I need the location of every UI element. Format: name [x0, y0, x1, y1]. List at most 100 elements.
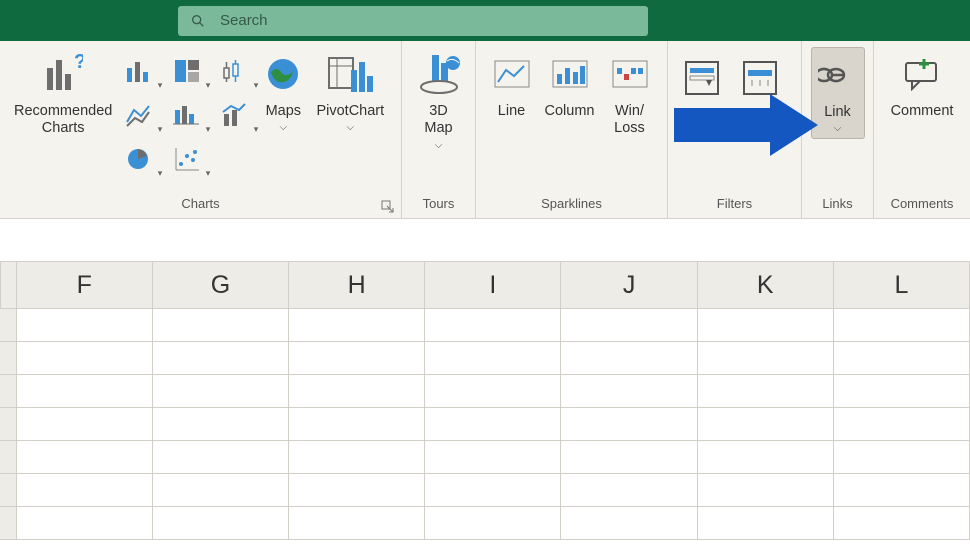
- cell[interactable]: [17, 342, 153, 375]
- row-header-partial[interactable]: [0, 342, 17, 375]
- row-header-partial[interactable]: [0, 309, 17, 342]
- maps-button[interactable]: Maps ⌵: [256, 47, 310, 137]
- link-button[interactable]: Link ⌵: [811, 47, 865, 139]
- comment-button[interactable]: Comment: [882, 47, 962, 124]
- cell[interactable]: [153, 507, 289, 540]
- chevron-down-icon: ⌵: [834, 123, 842, 134]
- search-placeholder: Search: [220, 12, 268, 29]
- cell[interactable]: [425, 309, 561, 342]
- cell[interactable]: [17, 375, 153, 408]
- cell[interactable]: [153, 309, 289, 342]
- cell[interactable]: [17, 474, 153, 507]
- column-header[interactable]: K: [698, 261, 834, 309]
- cell[interactable]: [289, 507, 425, 540]
- column-header[interactable]: J: [561, 261, 697, 309]
- cell[interactable]: [289, 309, 425, 342]
- cell[interactable]: [834, 309, 970, 342]
- row-header-partial[interactable]: [0, 441, 17, 474]
- group-label-charts: Charts: [181, 196, 219, 211]
- pie-chart-button[interactable]: ▾: [118, 139, 160, 179]
- row-header-partial[interactable]: [0, 474, 17, 507]
- cell[interactable]: [425, 507, 561, 540]
- cell[interactable]: [698, 375, 834, 408]
- cell[interactable]: [834, 474, 970, 507]
- cell[interactable]: [17, 408, 153, 441]
- scatter-chart-button[interactable]: ▾: [166, 139, 208, 179]
- cell[interactable]: [289, 441, 425, 474]
- cell[interactable]: [425, 474, 561, 507]
- combo-chart-button[interactable]: ▾: [214, 95, 256, 135]
- formula-bar-area: [0, 219, 970, 261]
- cell[interactable]: [561, 474, 697, 507]
- cell[interactable]: [561, 309, 697, 342]
- worksheet-grid[interactable]: [0, 309, 970, 540]
- column-header-partial[interactable]: [0, 261, 17, 309]
- search-box[interactable]: Search: [178, 6, 648, 36]
- hierarchy-chart-button[interactable]: ▾: [166, 51, 208, 91]
- charts-dialog-launcher[interactable]: [379, 198, 397, 216]
- cell[interactable]: [561, 375, 697, 408]
- cell[interactable]: [698, 441, 834, 474]
- 3d-map-button[interactable]: 3D Map ⌵: [410, 47, 468, 155]
- pivotchart-button[interactable]: PivotChart ⌵: [310, 47, 390, 137]
- cell[interactable]: [834, 342, 970, 375]
- cell[interactable]: [289, 375, 425, 408]
- cell[interactable]: [153, 408, 289, 441]
- cell[interactable]: [425, 342, 561, 375]
- chart-empty-slot: [214, 139, 256, 179]
- cell[interactable]: [425, 375, 561, 408]
- column-header[interactable]: F: [17, 261, 153, 309]
- cell[interactable]: [289, 408, 425, 441]
- cell[interactable]: [698, 342, 834, 375]
- column-header[interactable]: L: [834, 261, 970, 309]
- cell[interactable]: [17, 507, 153, 540]
- row-header-partial[interactable]: [0, 408, 17, 441]
- cell[interactable]: [561, 408, 697, 441]
- group-label-sparklines: Sparklines: [541, 196, 602, 211]
- column-header[interactable]: I: [425, 261, 561, 309]
- area-chart-button[interactable]: ▾: [166, 95, 208, 135]
- group-charts: ? Recommended Charts ▾ ▾ ▾ ▾ ▾ ▾ ▾ ▾: [0, 41, 402, 218]
- cell[interactable]: [698, 309, 834, 342]
- cell[interactable]: [561, 441, 697, 474]
- cell[interactable]: [834, 507, 970, 540]
- sparkline-line-button[interactable]: Line: [487, 47, 537, 124]
- cell[interactable]: [153, 441, 289, 474]
- cell[interactable]: [289, 474, 425, 507]
- combo-chart-icon: [221, 102, 249, 128]
- cell[interactable]: [698, 474, 834, 507]
- cell[interactable]: [834, 408, 970, 441]
- timeline-button[interactable]: [734, 51, 786, 111]
- cell[interactable]: [834, 441, 970, 474]
- cell[interactable]: [17, 309, 153, 342]
- column-header[interactable]: H: [289, 261, 425, 309]
- sparkline-column-button[interactable]: Column: [539, 47, 601, 124]
- row-header-partial[interactable]: [0, 375, 17, 408]
- cell[interactable]: [153, 474, 289, 507]
- cell[interactable]: [153, 375, 289, 408]
- cell[interactable]: [834, 375, 970, 408]
- dialog-launcher-icon: [381, 200, 395, 214]
- sparkline-winloss-button[interactable]: Win/ Loss: [603, 47, 657, 142]
- group-label-filters: Filters: [717, 196, 752, 211]
- column-chart-button[interactable]: ▾: [118, 51, 160, 91]
- cell[interactable]: [425, 408, 561, 441]
- row-header-partial[interactable]: [0, 507, 17, 540]
- recommended-charts-button[interactable]: ? Recommended Charts: [8, 47, 118, 142]
- line-chart-button[interactable]: ▾: [118, 95, 160, 135]
- cell[interactable]: [17, 441, 153, 474]
- column-header[interactable]: G: [153, 261, 289, 309]
- cell[interactable]: [698, 408, 834, 441]
- cell[interactable]: [561, 342, 697, 375]
- statistic-chart-button[interactable]: ▾: [214, 51, 256, 91]
- cell[interactable]: [153, 342, 289, 375]
- line-chart-icon: [125, 102, 153, 128]
- cell[interactable]: [425, 441, 561, 474]
- cell[interactable]: [289, 342, 425, 375]
- link-icon: [818, 60, 858, 90]
- cell[interactable]: [698, 507, 834, 540]
- group-label-tours: Tours: [423, 196, 455, 211]
- chevron-down-icon: ⌵: [435, 140, 443, 151]
- cell[interactable]: [561, 507, 697, 540]
- slicer-button[interactable]: [676, 51, 728, 111]
